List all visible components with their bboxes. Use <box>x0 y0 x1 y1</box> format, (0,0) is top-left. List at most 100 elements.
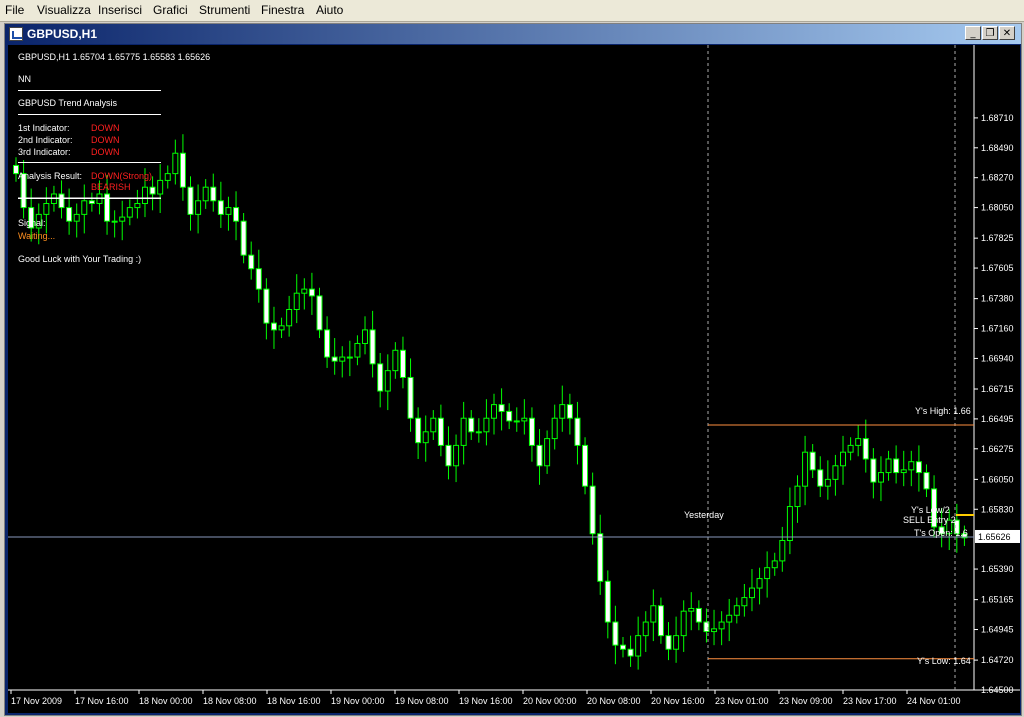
price-tick-label: 1.67160 <box>981 324 1014 334</box>
candle-body <box>786 506 793 542</box>
candle-body <box>877 472 884 483</box>
time-tick-label: 20 Nov 00:00 <box>523 696 577 706</box>
candle-body <box>316 295 323 331</box>
candle-body <box>88 200 95 205</box>
candle-body <box>202 186 209 202</box>
menu-visualizza[interactable]: Visualizza <box>37 3 91 17</box>
time-tick-label: 18 Nov 00:00 <box>139 696 193 706</box>
candle-body <box>665 635 672 650</box>
current-price-value: 1.65626 <box>978 532 1011 542</box>
time-tick-label: 19 Nov 00:00 <box>331 696 385 706</box>
price-tick-label: 1.66715 <box>981 384 1014 394</box>
y-low-label: Y's Low: 1.64 <box>917 656 971 666</box>
candle-body <box>635 635 642 657</box>
candle-body <box>908 461 915 471</box>
menu-inserisci[interactable]: Inserisci <box>98 3 142 17</box>
candle-body <box>498 404 505 412</box>
window-titlebar[interactable]: GBPUSD,H1 _ ❐ ✕ <box>5 24 1021 44</box>
panel-divider <box>18 162 161 163</box>
time-tick-label: 24 Nov 01:00 <box>907 696 961 706</box>
candle-body <box>604 580 611 623</box>
candle-body <box>255 268 262 290</box>
candle-body <box>111 220 118 223</box>
chart-area[interactable]: 1.68710 1.68490 1.68270 1.68050 1.67825 1.676… <box>8 45 1020 713</box>
menubar: File Visualizza Inserisci Grafici Strume… <box>0 0 1024 22</box>
candle-body <box>331 356 338 362</box>
price-chart[interactable]: 1.68710 1.68490 1.68270 1.68050 1.67825 1.676… <box>8 45 1020 713</box>
candle-body <box>544 438 551 467</box>
candle-body <box>627 648 634 657</box>
minimize-button[interactable]: _ <box>965 26 981 40</box>
indicator-3-value: DOWN <box>91 147 120 157</box>
candle-body <box>217 200 224 215</box>
candle-body <box>513 420 520 423</box>
candle-body <box>377 363 384 392</box>
candle-body <box>240 220 247 256</box>
candle-body <box>718 621 725 630</box>
signal-value: Waiting... <box>18 231 56 241</box>
candle-body <box>270 322 277 331</box>
candle-body <box>301 288 308 294</box>
menu-finestra[interactable]: Finestra <box>261 3 304 17</box>
menu-aiuto[interactable]: Aiuto <box>316 3 343 17</box>
candle-body <box>589 485 596 535</box>
menu-strumenti[interactable]: Strumenti <box>199 3 250 17</box>
candle-body <box>748 587 755 599</box>
candle-body <box>619 644 626 650</box>
candle-body <box>483 417 490 433</box>
candle-body <box>726 614 733 623</box>
candle-body <box>278 325 285 331</box>
candle-body <box>559 404 566 419</box>
candle-body <box>399 349 406 378</box>
price-tick-label: 1.64945 <box>981 625 1014 635</box>
candle-body <box>324 329 331 358</box>
indicator-2-value: DOWN <box>91 135 120 145</box>
panel-divider <box>18 90 161 91</box>
y-high-label: Y's High: 1.66 <box>915 406 971 416</box>
candle-body <box>855 438 862 446</box>
time-tick-label: 23 Nov 01:00 <box>715 696 769 706</box>
candle-body <box>521 417 528 422</box>
t-open-label: T's Open: 1.6 <box>914 528 968 538</box>
time-tick-label: 19 Nov 08:00 <box>395 696 449 706</box>
sell-entry-label: SELL Entry 2 <box>903 515 956 525</box>
time-tick-label: 17 Nov 2009 <box>11 696 62 706</box>
candle-body <box>802 451 809 487</box>
candle-body <box>794 485 801 508</box>
candle-body <box>673 635 680 650</box>
candle-body <box>756 578 763 589</box>
candle-body <box>779 540 786 562</box>
candle-body <box>885 458 892 474</box>
price-tick-label: 1.65390 <box>981 564 1014 574</box>
candle-body <box>407 376 414 419</box>
candle-body <box>893 458 900 474</box>
panel-title: GBPUSD Trend Analysis <box>18 98 118 108</box>
candle-body <box>536 444 543 467</box>
good-luck-text: Good Luck with Your Trading :) <box>18 254 142 264</box>
candle-body <box>362 329 369 344</box>
candle-body <box>225 207 232 215</box>
candle-body <box>642 621 649 637</box>
candle-body <box>832 465 839 480</box>
candle-body <box>840 451 847 467</box>
candle-body <box>445 444 452 467</box>
price-tick-label: 1.66275 <box>981 444 1014 454</box>
candle-body <box>809 451 816 471</box>
candle-body <box>900 469 907 474</box>
candle-body <box>43 203 50 215</box>
candle-body <box>354 342 361 358</box>
restore-button[interactable]: ❐ <box>982 26 998 40</box>
menu-file[interactable]: File <box>5 3 24 17</box>
price-tick-label: 1.66050 <box>981 474 1014 484</box>
menu-grafici[interactable]: Grafici <box>153 3 188 17</box>
candle-body <box>582 444 589 487</box>
candle-body <box>657 605 664 637</box>
close-button[interactable]: ✕ <box>999 26 1015 40</box>
time-tick-label: 18 Nov 16:00 <box>267 696 321 706</box>
indicator-3-label: 3rd Indicator: <box>18 147 71 157</box>
candle-body <box>293 292 300 311</box>
candle-body <box>862 438 869 460</box>
candle-body <box>172 152 179 175</box>
candle-body <box>119 216 126 222</box>
candle-body <box>384 370 391 392</box>
